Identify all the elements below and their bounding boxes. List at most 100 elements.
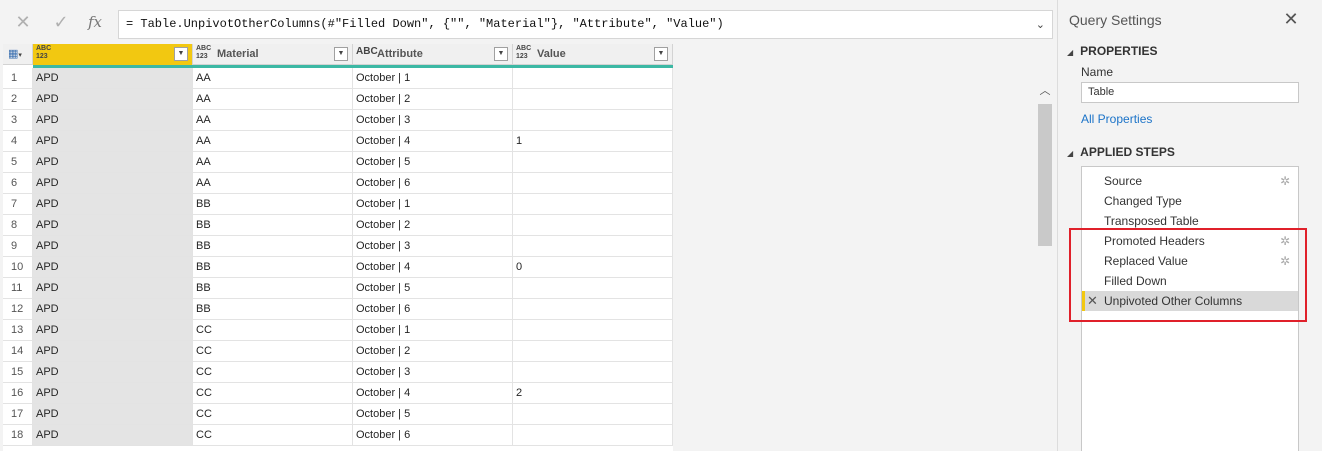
table-row[interactable]: 12 APD BB October | 6 (3, 299, 673, 320)
table-cell[interactable]: APD (33, 362, 193, 382)
table-cell[interactable]: CC (193, 404, 353, 424)
table-cell[interactable]: October | 1 (353, 68, 513, 88)
row-number[interactable]: 18 (3, 425, 33, 445)
applied-steps-section-header[interactable]: ◢ APPLIED STEPS (1067, 145, 1175, 159)
applied-step[interactable]: Changed Type (1082, 191, 1298, 211)
table-row[interactable]: 3 APD AA October | 3 (3, 110, 673, 131)
collapse-triangle-icon[interactable]: ◢ (1067, 149, 1073, 158)
table-cell[interactable]: BB (193, 236, 353, 256)
row-number[interactable]: 6 (3, 173, 33, 193)
table-row[interactable]: 1 APD AA October | 1 (3, 68, 673, 89)
row-number[interactable]: 12 (3, 299, 33, 319)
table-cell[interactable]: AA (193, 89, 353, 109)
table-row[interactable]: 13 APD CC October | 1 (3, 320, 673, 341)
table-cell[interactable]: October | 3 (353, 110, 513, 130)
vertical-scrollbar[interactable]: ︿ (1036, 82, 1052, 451)
table-cell[interactable]: AA (193, 110, 353, 130)
table-cell[interactable]: APD (33, 383, 193, 403)
fx-icon[interactable]: fx (86, 13, 104, 31)
table-cell[interactable]: BB (193, 278, 353, 298)
table-cell[interactable] (513, 299, 673, 319)
table-cell[interactable]: APD (33, 215, 193, 235)
table-row[interactable]: 5 APD AA October | 5 (3, 152, 673, 173)
column-header[interactable]: ABC 123 ▼ (33, 44, 193, 65)
column-header[interactable]: ABC Attribute ▼ (353, 44, 513, 65)
properties-section-header[interactable]: ◢ PROPERTIES (1067, 44, 1158, 58)
chevron-down-icon[interactable]: ⌄ (1036, 11, 1045, 38)
check-icon[interactable]: ✓ (52, 13, 70, 31)
gear-icon[interactable]: ✲ (1280, 171, 1290, 191)
table-row[interactable]: 4 APD AA October | 41 (3, 131, 673, 152)
all-properties-link[interactable]: All Properties (1081, 112, 1152, 126)
filter-dropdown-icon[interactable]: ▼ (174, 47, 188, 61)
row-number[interactable]: 8 (3, 215, 33, 235)
table-cell[interactable]: APD (33, 404, 193, 424)
collapse-triangle-icon[interactable]: ◢ (1067, 48, 1073, 57)
table-cell[interactable]: October | 6 (353, 299, 513, 319)
table-cell[interactable]: October | 4 (353, 131, 513, 151)
table-cell[interactable]: October | 2 (353, 89, 513, 109)
row-number[interactable]: 13 (3, 320, 33, 340)
table-cell[interactable]: APD (33, 173, 193, 193)
row-number[interactable]: 17 (3, 404, 33, 424)
close-icon[interactable]: ✕ (1281, 9, 1301, 29)
table-cell[interactable]: APD (33, 299, 193, 319)
row-number[interactable]: 2 (3, 89, 33, 109)
row-number[interactable]: 5 (3, 152, 33, 172)
row-number[interactable]: 7 (3, 194, 33, 214)
table-cell[interactable]: APD (33, 89, 193, 109)
table-cell[interactable]: CC (193, 425, 353, 445)
row-number[interactable]: 1 (3, 68, 33, 88)
row-number[interactable]: 14 (3, 341, 33, 361)
table-row[interactable]: 11 APD BB October | 5 (3, 278, 673, 299)
table-cell[interactable]: October | 5 (353, 278, 513, 298)
table-cell[interactable]: October | 6 (353, 425, 513, 445)
table-cell[interactable]: APD (33, 152, 193, 172)
table-cell[interactable]: APD (33, 194, 193, 214)
row-number[interactable]: 11 (3, 278, 33, 298)
table-cell[interactable] (513, 278, 673, 298)
table-cell[interactable]: BB (193, 194, 353, 214)
table-row[interactable]: 6 APD AA October | 6 (3, 173, 673, 194)
close-icon[interactable]: ✕ (14, 13, 32, 31)
table-cell[interactable] (513, 425, 673, 445)
table-cell[interactable]: AA (193, 68, 353, 88)
table-cell[interactable] (513, 362, 673, 382)
table-cell[interactable] (513, 236, 673, 256)
scroll-up-icon[interactable]: ︿ (1038, 82, 1052, 98)
table-cell[interactable]: BB (193, 299, 353, 319)
table-row[interactable]: 2 APD AA October | 2 (3, 89, 673, 110)
table-cell[interactable]: BB (193, 215, 353, 235)
table-row[interactable]: 18 APD CC October | 6 (3, 425, 673, 446)
table-cell[interactable]: APD (33, 236, 193, 256)
row-number[interactable]: 16 (3, 383, 33, 403)
table-cell[interactable]: 1 (513, 131, 673, 151)
table-cell[interactable]: CC (193, 383, 353, 403)
table-cell[interactable]: October | 1 (353, 194, 513, 214)
table-cell[interactable]: October | 5 (353, 152, 513, 172)
table-cell[interactable] (513, 404, 673, 424)
table-cell[interactable]: 2 (513, 383, 673, 403)
table-cell[interactable]: October | 4 (353, 383, 513, 403)
table-cell[interactable]: APD (33, 257, 193, 277)
table-row[interactable]: 17 APD CC October | 5 (3, 404, 673, 425)
table-cell[interactable]: APD (33, 320, 193, 340)
table-row[interactable]: 7 APD BB October | 1 (3, 194, 673, 215)
scrollbar-thumb[interactable] (1038, 104, 1052, 246)
table-menu-icon[interactable]: ▦▾ (3, 44, 33, 65)
row-number[interactable]: 9 (3, 236, 33, 256)
column-header[interactable]: ABC 123 Material ▼ (193, 44, 353, 65)
table-cell[interactable]: APD (33, 131, 193, 151)
row-number[interactable]: 10 (3, 257, 33, 277)
table-cell[interactable]: CC (193, 320, 353, 340)
table-cell[interactable]: October | 4 (353, 257, 513, 277)
table-cell[interactable]: BB (193, 257, 353, 277)
table-cell[interactable]: CC (193, 362, 353, 382)
row-number[interactable]: 3 (3, 110, 33, 130)
table-cell[interactable]: CC (193, 341, 353, 361)
table-cell[interactable]: AA (193, 131, 353, 151)
table-cell[interactable] (513, 320, 673, 340)
table-cell[interactable] (513, 89, 673, 109)
table-cell[interactable] (513, 110, 673, 130)
table-cell[interactable]: October | 1 (353, 320, 513, 340)
